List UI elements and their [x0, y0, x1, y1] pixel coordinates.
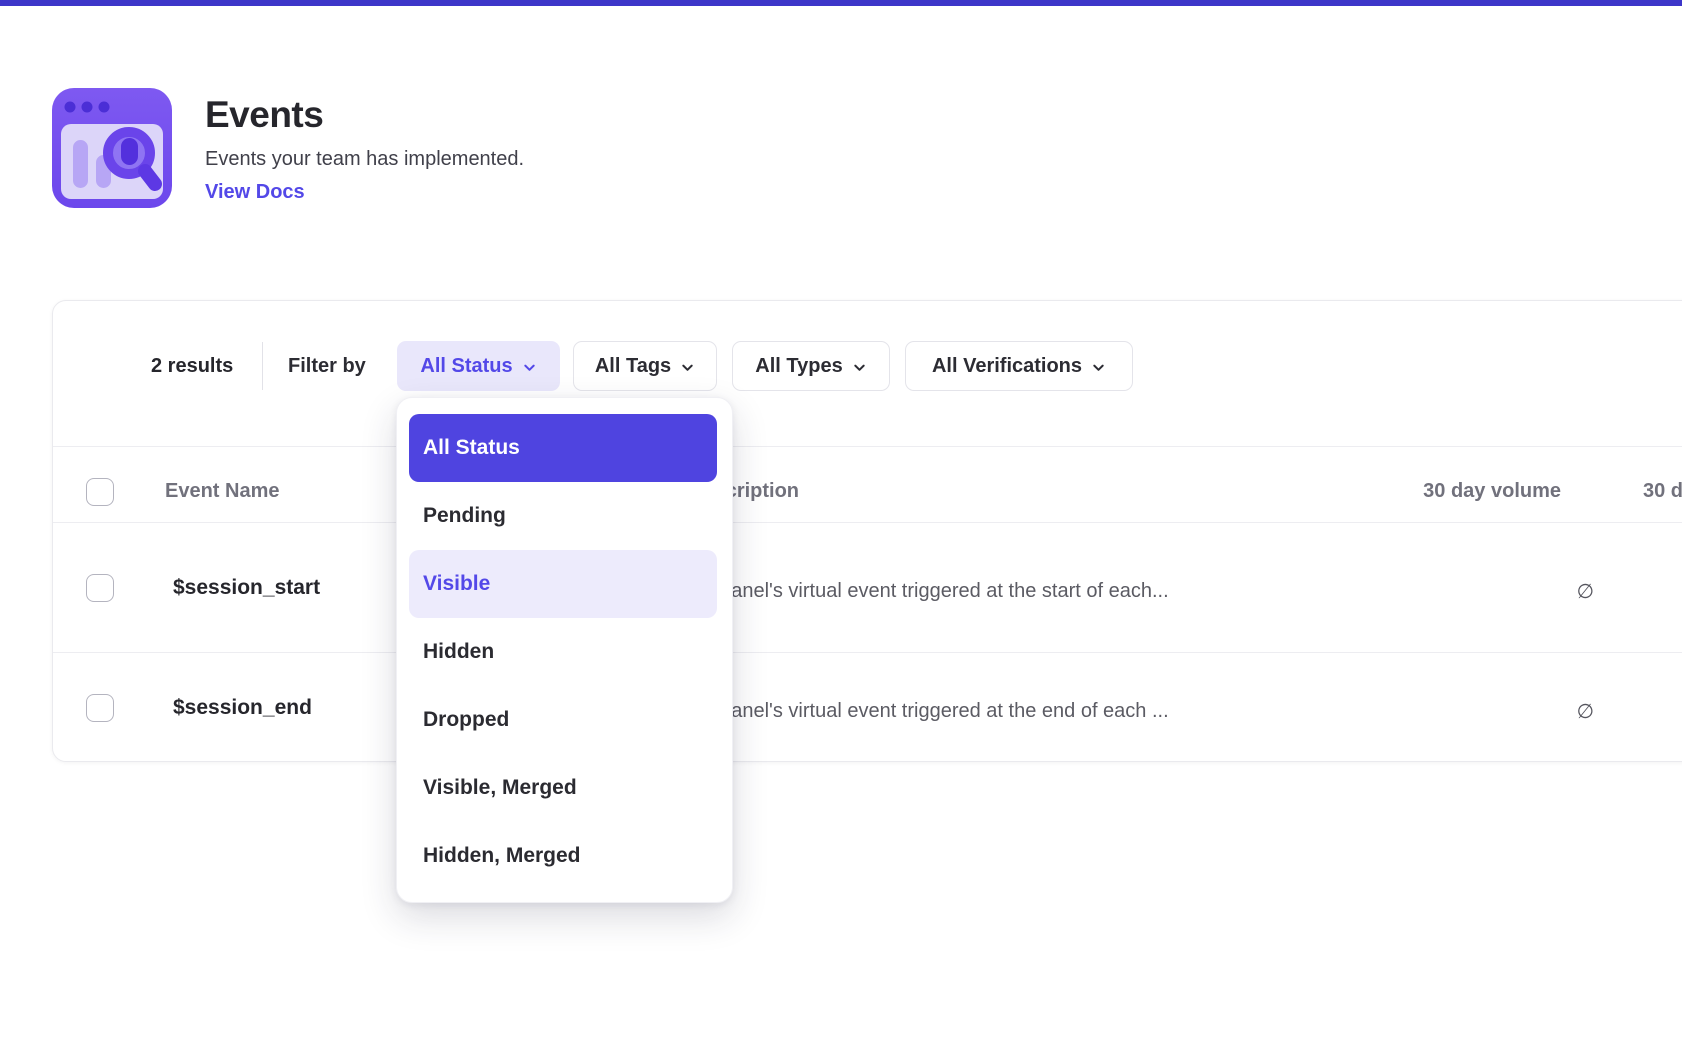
tags-filter-label: All Tags: [595, 355, 671, 378]
browser-magnifier-icon: [52, 88, 172, 208]
chevron-down-icon: [522, 360, 537, 375]
events-lexicon-icon: [52, 88, 172, 208]
page-subtitle: Events your team has implemented.: [205, 148, 524, 171]
event-description-cell: Mixpanel's virtual event triggered at th…: [689, 700, 1169, 723]
top-progress-bar: [0, 0, 1682, 6]
tags-filter-button[interactable]: All Tags: [573, 341, 717, 391]
results-count: 2 results: [151, 341, 233, 391]
table-row: $session_end Mixpanel's virtual event tr…: [53, 653, 1682, 763]
events-panel: 2 results Filter by All Status All Tags …: [52, 300, 1682, 762]
table-row: $session_start Mixpanel's virtual event …: [53, 523, 1682, 653]
view-docs-link[interactable]: View Docs: [205, 181, 305, 204]
column-header-30-day-users: 30 day users: [1643, 480, 1682, 503]
status-filter-button[interactable]: All Status: [397, 341, 560, 391]
dropdown-option-visible[interactable]: Visible: [409, 550, 717, 618]
dropdown-option-hidden[interactable]: Hidden: [409, 618, 717, 686]
verifications-filter-button[interactable]: All Verifications: [905, 341, 1133, 391]
filter-by-label: Filter by: [288, 341, 366, 391]
event-description-cell: Mixpanel's virtual event triggered at th…: [689, 580, 1169, 603]
types-filter-label: All Types: [755, 355, 842, 378]
types-filter-button[interactable]: All Types: [732, 341, 890, 391]
event-name-cell[interactable]: $session_start: [173, 576, 320, 600]
dropdown-option-dropped[interactable]: Dropped: [409, 686, 717, 754]
verifications-filter-label: All Verifications: [932, 355, 1082, 378]
dropdown-option-all-status[interactable]: All Status: [409, 414, 717, 482]
chevron-down-icon: [1091, 360, 1106, 375]
status-dropdown-menu: All Status Pending Visible Hidden Droppe…: [396, 397, 733, 903]
event-volume-cell: ∅: [1311, 699, 1594, 724]
event-volume-cell: ∅: [1311, 579, 1594, 604]
select-all-checkbox[interactable]: [86, 478, 114, 506]
chevron-down-icon: [852, 360, 867, 375]
column-header-30-day-volume: 30 day volume: [1311, 480, 1594, 503]
status-filter-label: All Status: [420, 355, 512, 378]
row-checkbox[interactable]: [86, 694, 114, 722]
event-name-cell[interactable]: $session_end: [173, 696, 312, 720]
table-header-row: Event Name Description 30 day volume 30 …: [53, 446, 1682, 523]
chevron-down-icon: [680, 360, 695, 375]
dropdown-option-visible-merged[interactable]: Visible, Merged: [409, 754, 717, 822]
column-header-event-name: Event Name: [165, 480, 280, 503]
page-title: Events: [205, 94, 323, 136]
toolbar-divider: [262, 342, 263, 390]
dropdown-option-pending[interactable]: Pending: [409, 482, 717, 550]
row-checkbox[interactable]: [86, 574, 114, 602]
dropdown-option-hidden-merged[interactable]: Hidden, Merged: [409, 822, 717, 890]
